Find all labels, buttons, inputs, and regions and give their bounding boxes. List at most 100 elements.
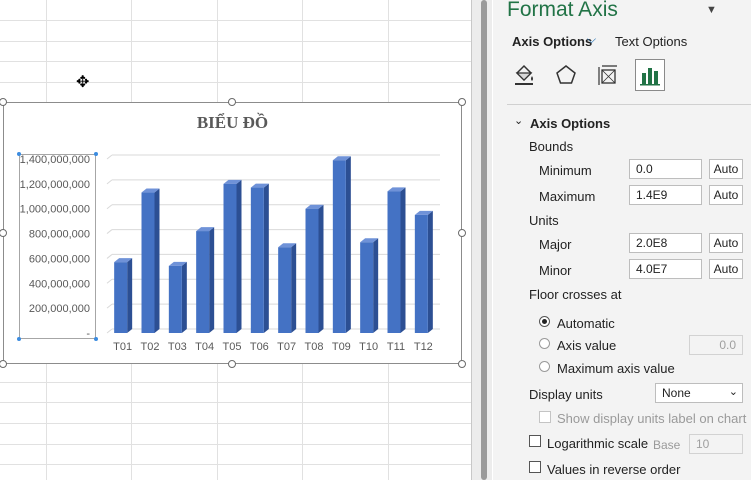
resize-handle-bottom[interactable]: [228, 360, 236, 368]
bar-side[interactable]: [427, 210, 433, 333]
maximum-label: Maximum: [539, 189, 596, 204]
bar[interactable]: [278, 247, 292, 333]
axis-options-bars-icon[interactable]: [635, 59, 665, 91]
x-tick-label: T07: [277, 341, 296, 353]
resize-handle-top[interactable]: [228, 98, 236, 106]
minor-input[interactable]: [629, 259, 702, 279]
bar[interactable]: [332, 160, 346, 333]
resize-handle-top-right[interactable]: [458, 98, 466, 106]
y-tick-label: 1,200,000,000: [20, 179, 90, 191]
maximum-input[interactable]: [629, 185, 702, 205]
grid-line: [0, 444, 472, 445]
units-heading: Units: [529, 213, 559, 228]
minimum-input[interactable]: [629, 159, 702, 179]
column-chart[interactable]: BIỂU ĐỒ -200,000,000 400,000,000 600,000,0…: [3, 102, 462, 364]
automatic-radio[interactable]: [539, 316, 550, 327]
tab-text-options[interactable]: Text Options: [615, 34, 687, 49]
logarithmic-scale-label[interactable]: Logarithmic scale: [547, 436, 648, 451]
bar-side[interactable]: [127, 258, 133, 333]
resize-handle-right[interactable]: [458, 229, 466, 237]
floor-crosses-heading: Floor crosses at: [529, 287, 622, 302]
size-properties-icon[interactable]: [593, 59, 623, 91]
bar[interactable]: [360, 242, 374, 333]
x-tick-label: T05: [223, 341, 242, 353]
grid-line: [0, 82, 472, 83]
bar-side[interactable]: [318, 204, 324, 333]
display-units-select[interactable]: None ⌄: [655, 383, 743, 403]
logarithmic-scale-checkbox[interactable]: [529, 435, 541, 447]
maximum-axis-value-label[interactable]: Maximum axis value: [557, 361, 675, 376]
pane-options-chevron-icon[interactable]: ▼: [706, 4, 717, 16]
show-units-label-checkbox[interactable]: [539, 411, 551, 423]
bar-side[interactable]: [209, 227, 215, 333]
fill-line-icon[interactable]: [509, 59, 539, 91]
gridline-depth: [106, 254, 113, 259]
automatic-label[interactable]: Automatic: [557, 316, 615, 331]
tab-axis-options[interactable]: Axis Options: [512, 34, 592, 49]
display-units-selected: None: [662, 386, 691, 400]
x-tick-label: T02: [141, 341, 160, 353]
bar[interactable]: [114, 262, 128, 333]
plot-area[interactable]: - 200,000,000 400,000,000 600,000,000 800,00…: [4, 103, 461, 363]
bar-side[interactable]: [400, 187, 406, 333]
axis-value-label[interactable]: Axis value: [557, 338, 616, 353]
grid-line: [0, 382, 472, 383]
minor-auto-button[interactable]: Auto: [709, 259, 743, 279]
bar-side[interactable]: [291, 243, 297, 333]
gridline-depth: [106, 204, 113, 210]
gridline-depth: [106, 278, 113, 284]
log-base-input[interactable]: [689, 434, 743, 454]
reverse-order-label[interactable]: Values in reverse order: [547, 462, 680, 477]
bar[interactable]: [223, 183, 237, 333]
x-tick-label: T03: [168, 341, 187, 353]
y-tick-label: 800,000,000: [29, 229, 90, 241]
chevron-down-icon[interactable]: ⌵: [587, 32, 596, 47]
grid-line: [0, 41, 472, 42]
collapse-chevron-icon[interactable]: ⌄: [514, 114, 523, 127]
bar-side[interactable]: [154, 188, 160, 333]
effects-pentagon-icon[interactable]: [551, 59, 581, 91]
y-tick-label: 1,400,000,000: [20, 154, 90, 166]
grid-line: [0, 20, 472, 21]
show-units-label-text: Show display units label on chart: [557, 411, 747, 426]
bar[interactable]: [414, 214, 428, 333]
major-auto-button[interactable]: Auto: [709, 233, 743, 253]
bar[interactable]: [387, 191, 401, 333]
gridline-depth: [106, 179, 113, 185]
section-title-axis-options[interactable]: Axis Options: [530, 116, 610, 131]
y-tick-label: -: [86, 328, 90, 340]
bar[interactable]: [196, 231, 210, 333]
bar-side[interactable]: [181, 261, 187, 333]
bar-side[interactable]: [345, 156, 351, 333]
bar[interactable]: [305, 208, 319, 333]
minimum-auto-button[interactable]: Auto: [709, 159, 743, 179]
pane-title: Format Axis: [507, 0, 618, 21]
chevron-down-icon: ⌄: [728, 386, 738, 398]
bar[interactable]: [141, 192, 155, 333]
reverse-order-checkbox[interactable]: [529, 461, 541, 473]
maximum-axis-value-radio[interactable]: [539, 361, 550, 372]
x-tick-label: T04: [195, 341, 214, 353]
axis-value-radio[interactable]: [539, 338, 550, 349]
x-tick-label: T11: [387, 341, 405, 353]
maximum-auto-button[interactable]: Auto: [709, 185, 743, 205]
bar[interactable]: [250, 187, 264, 333]
y-tick-label: 600,000,000: [29, 253, 90, 265]
x-tick-label: T06: [250, 341, 269, 353]
bar[interactable]: [168, 265, 182, 333]
y-tick-label: 200,000,000: [29, 303, 90, 315]
gridline-depth: [106, 229, 113, 234]
resize-handle-bottom-right[interactable]: [458, 360, 466, 368]
grid-line: [0, 402, 472, 403]
x-tick-label: T12: [414, 341, 433, 353]
bar-side[interactable]: [373, 238, 379, 333]
axis-value-input[interactable]: [689, 335, 743, 355]
x-tick-label: T08: [305, 341, 324, 353]
vertical-scrollbar[interactable]: [481, 0, 487, 480]
major-input[interactable]: [629, 233, 702, 253]
bar-side[interactable]: [236, 179, 242, 333]
grid-line: [0, 61, 472, 62]
x-tick-label: T01: [113, 341, 132, 353]
minimum-label: Minimum: [539, 163, 592, 178]
bar-side[interactable]: [263, 183, 269, 333]
